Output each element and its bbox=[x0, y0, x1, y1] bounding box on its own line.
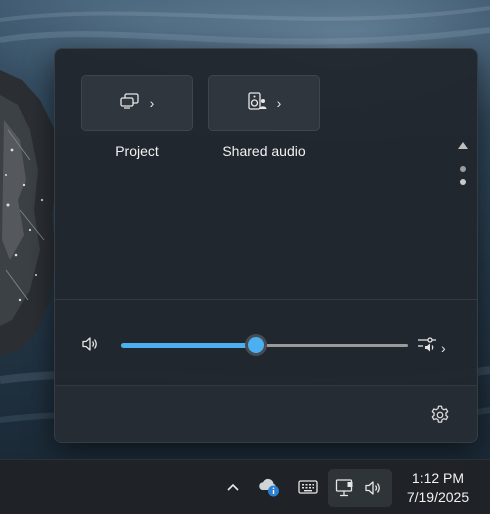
quick-settings-flyout: › Project › Shared audio › bbox=[54, 48, 478, 443]
network-volume-button[interactable] bbox=[328, 469, 392, 507]
volume-fill bbox=[121, 343, 256, 348]
volume-slider[interactable] bbox=[121, 337, 408, 353]
project-tile[interactable]: › bbox=[81, 75, 193, 131]
project-label: Project bbox=[115, 143, 159, 159]
page-dot-2[interactable] bbox=[460, 179, 466, 185]
shared-audio-label: Shared audio bbox=[222, 143, 306, 159]
page-indicator[interactable] bbox=[458, 142, 468, 192]
onedrive-icon[interactable] bbox=[257, 474, 283, 500]
taskbar: 1:12 PM 7/19/2025 bbox=[0, 459, 490, 514]
chevron-right-icon: › bbox=[149, 95, 155, 111]
shared-audio-icon bbox=[247, 91, 267, 115]
project-icon bbox=[120, 92, 140, 114]
clock-time: 1:12 PM bbox=[411, 470, 465, 486]
volume-thumb[interactable] bbox=[247, 337, 264, 353]
keyboard-icon[interactable] bbox=[296, 476, 320, 498]
page-dot-1[interactable] bbox=[460, 166, 466, 172]
audio-mixer-icon bbox=[417, 336, 437, 359]
taskbar-clock[interactable]: 1:12 PM 7/19/2025 bbox=[398, 469, 478, 507]
chevron-right-icon: › bbox=[441, 339, 446, 356]
chevron-right-icon: › bbox=[276, 95, 282, 111]
audio-mixer-button[interactable]: › bbox=[417, 336, 446, 359]
speaker-icon[interactable] bbox=[81, 336, 99, 357]
speaker-icon bbox=[361, 477, 385, 499]
flyout-footer bbox=[55, 385, 477, 442]
chevron-up-icon[interactable] bbox=[222, 476, 244, 498]
caret-up-icon[interactable] bbox=[458, 142, 468, 149]
gear-icon[interactable] bbox=[429, 404, 451, 426]
clock-date: 7/19/2025 bbox=[406, 489, 470, 505]
network-icon bbox=[333, 476, 357, 500]
section-divider bbox=[55, 299, 477, 300]
shared-audio-tile[interactable]: › bbox=[208, 75, 320, 131]
